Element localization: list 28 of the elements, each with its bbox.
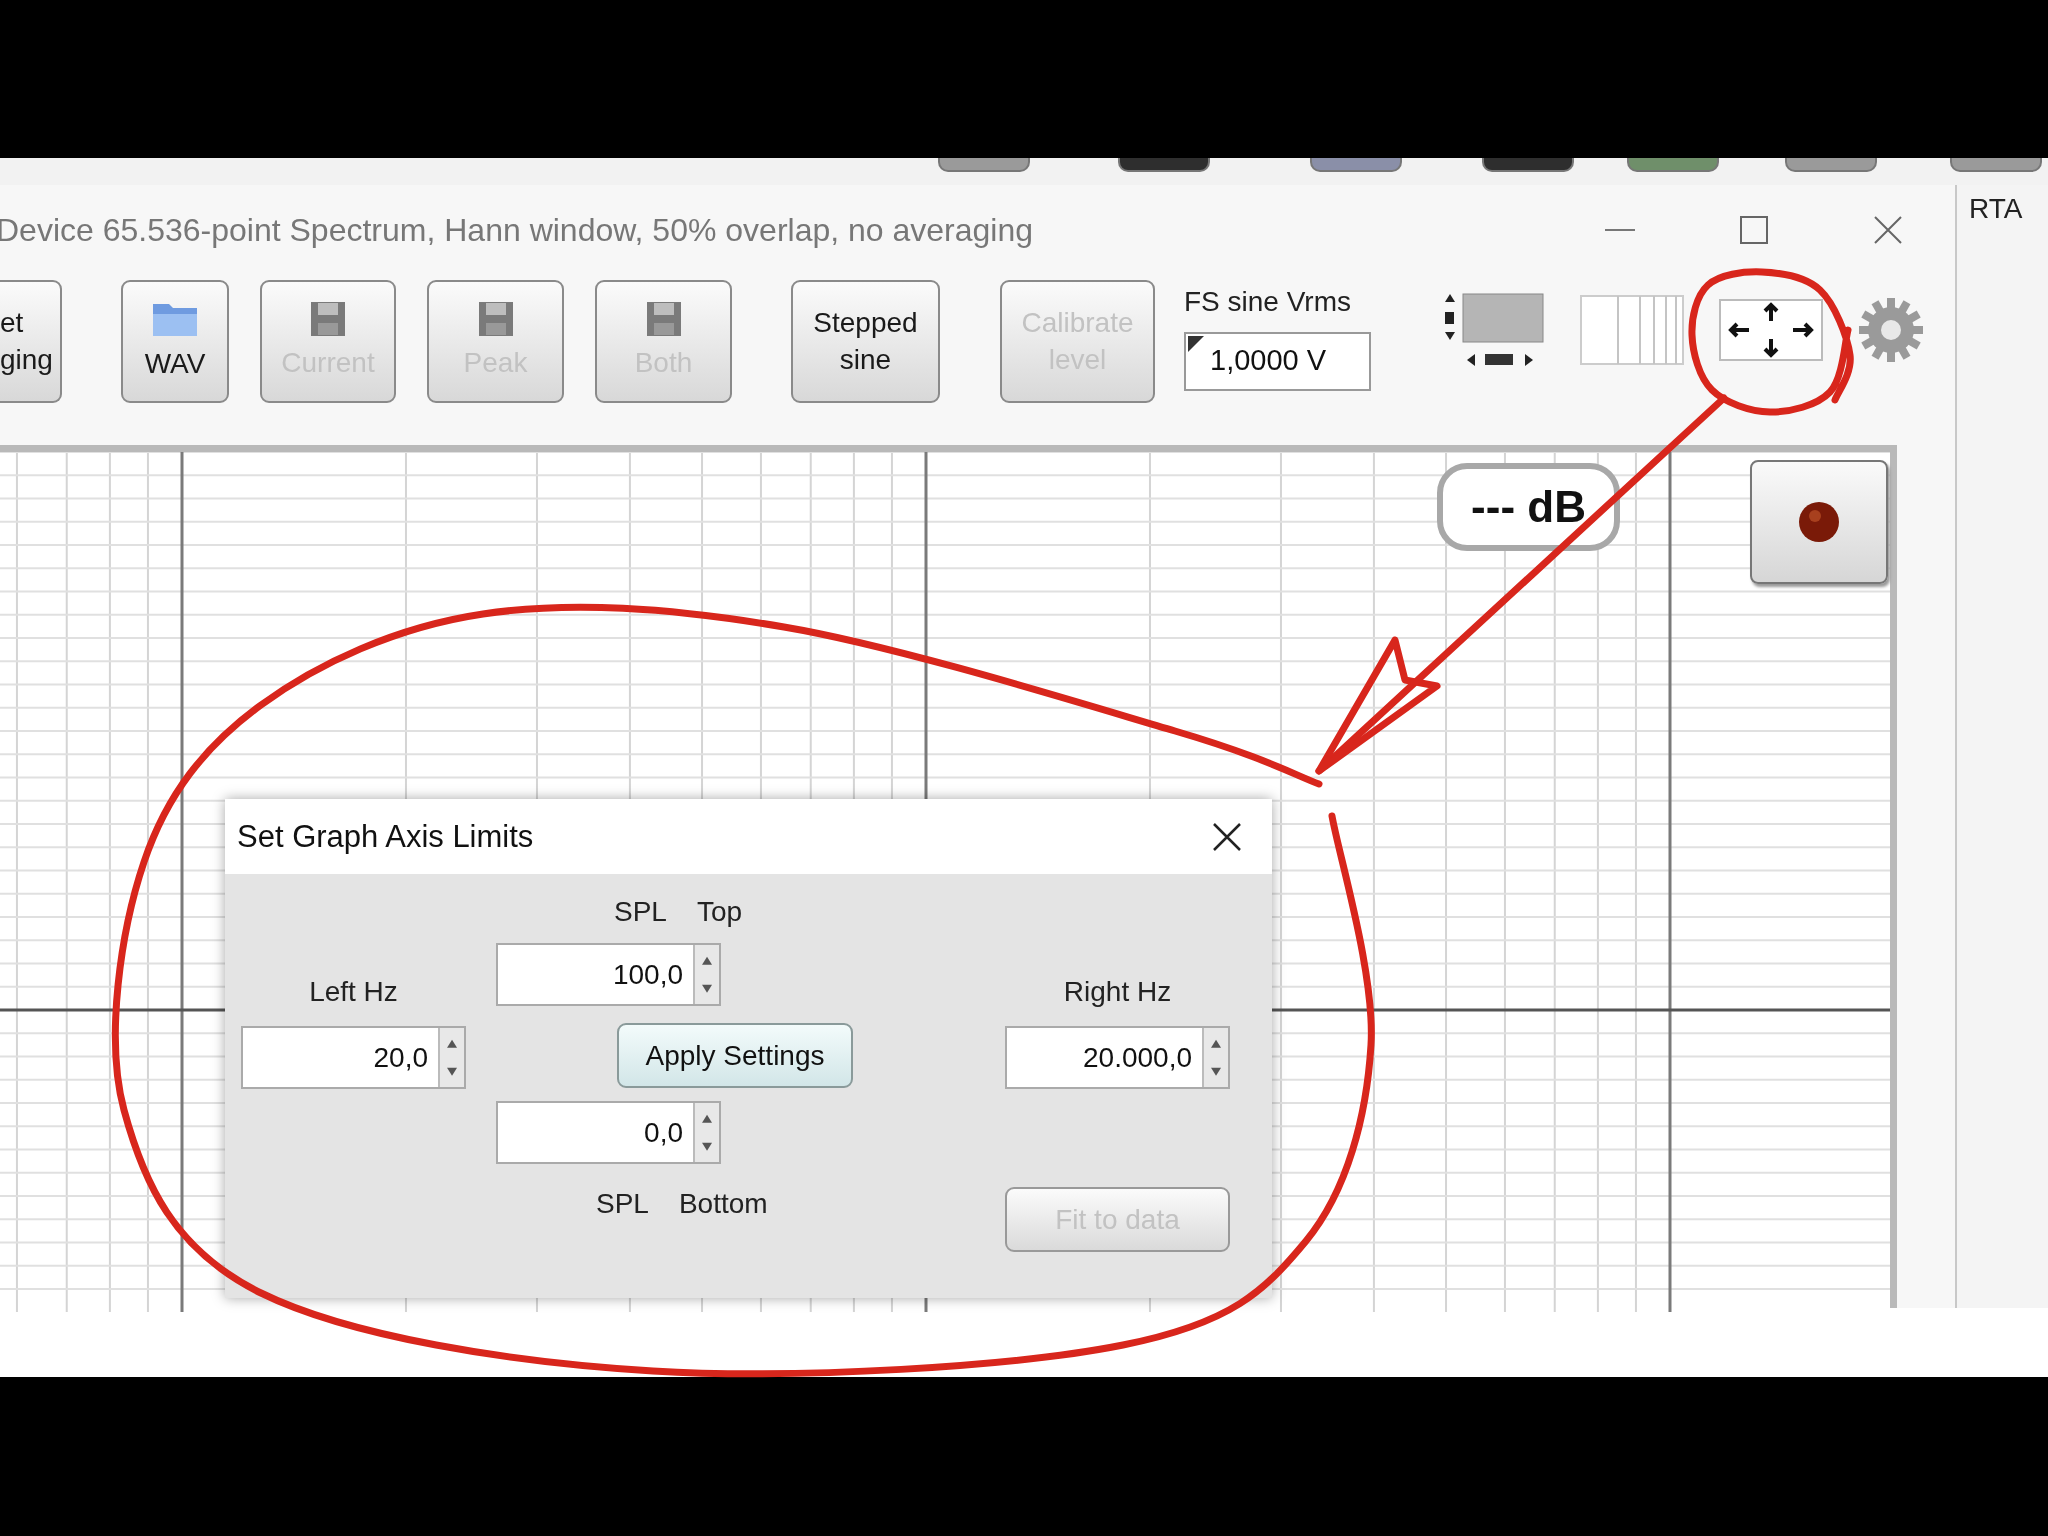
spin-field[interactable]: 20.000,0 [1005,1026,1230,1089]
maximize-icon[interactable] [1740,216,1768,244]
toolbar-button[interactable]: WAV [121,280,229,403]
apply-button[interactable]: Apply Settings [617,1023,853,1088]
toolbar-button[interactable]: et ging [0,280,62,403]
spin-field[interactable]: 100,0 [496,943,721,1006]
field-label: Right Hz [1063,976,1172,1008]
spin-field[interactable]: 20,0 [241,1026,466,1089]
record-button[interactable] [1750,460,1888,584]
voltage-field[interactable]: 1,0000 V [1184,332,1371,391]
spin-field[interactable]: 0,0 [496,1101,721,1164]
level-readout: --- dB [1437,463,1620,551]
toolbar-button[interactable] [1482,158,1574,172]
move-arrows-icon[interactable] [1719,299,1823,361]
field-label: SPL [614,896,667,928]
toolbar-button[interactable]: Stepped sine [791,280,940,403]
field-label: Left Hz [309,976,398,1008]
record-icon [1798,501,1840,543]
close-icon[interactable] [1212,821,1242,852]
field-label: FS sine Vrms [1184,286,1352,318]
panel-label: RTA [1969,193,2023,224]
field-label: Bottom [678,1188,768,1220]
field-label: Top [696,896,743,928]
minimize-icon[interactable] [1605,228,1635,232]
settings-icon[interactable] [1858,297,1924,363]
toolbar-button[interactable] [1118,158,1210,172]
field-label: SPL [596,1188,649,1220]
dialog-title: Set Graph Axis Limits [237,818,534,855]
